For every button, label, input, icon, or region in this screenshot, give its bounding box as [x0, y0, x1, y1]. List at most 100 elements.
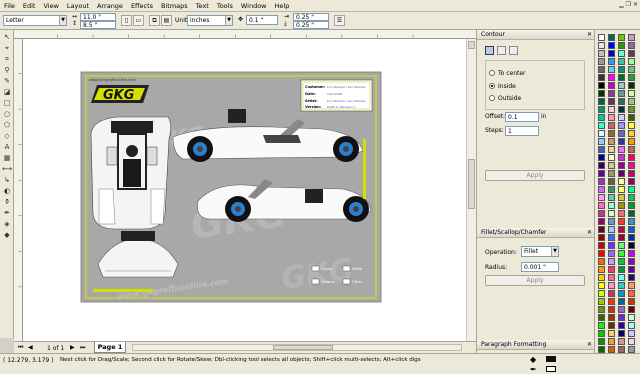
color-swatch[interactable]: [618, 306, 625, 313]
color-swatch[interactable]: [608, 58, 615, 65]
color-swatch[interactable]: [608, 338, 615, 345]
color-swatch[interactable]: [628, 66, 635, 73]
color-swatch[interactable]: [608, 50, 615, 57]
menu-window[interactable]: Window: [237, 0, 271, 12]
color-swatch[interactable]: [608, 42, 615, 49]
color-swatch[interactable]: [598, 210, 605, 217]
color-swatch[interactable]: [598, 346, 605, 353]
color-swatch[interactable]: [628, 186, 635, 193]
color-swatch[interactable]: [618, 122, 625, 129]
last-page-icon[interactable]: ⏭: [80, 344, 85, 352]
color-swatch[interactable]: [618, 66, 625, 73]
pick-tool-icon[interactable]: ↖: [1, 32, 13, 42]
smart-fill-icon[interactable]: ◪: [1, 87, 13, 97]
color-swatch[interactable]: [598, 314, 605, 321]
color-swatch[interactable]: [598, 98, 605, 105]
color-swatch[interactable]: [598, 266, 605, 273]
color-swatch[interactable]: [598, 154, 605, 161]
color-swatch[interactable]: [628, 218, 635, 225]
rectangle-tool-icon[interactable]: □: [1, 98, 13, 108]
contour-apply-button[interactable]: Apply: [485, 170, 585, 181]
outline-indicator-icon[interactable]: ✒: [530, 365, 537, 374]
freehand-tool-icon[interactable]: ✎: [1, 76, 13, 86]
color-swatch[interactable]: [598, 130, 605, 137]
color-swatch[interactable]: [628, 98, 635, 105]
color-swatch[interactable]: [608, 266, 615, 273]
basic-shapes-icon[interactable]: ◇: [1, 131, 13, 141]
dimension-tool-icon[interactable]: ⟷: [1, 164, 13, 174]
color-swatch[interactable]: [598, 234, 605, 241]
contour-color-icon[interactable]: [497, 46, 506, 55]
color-swatch[interactable]: [598, 202, 605, 209]
color-swatch[interactable]: [598, 58, 605, 65]
color-swatch[interactable]: [618, 138, 625, 145]
radius-field[interactable]: 0.001 ": [521, 262, 559, 272]
radio-inside[interactable]: Inside: [489, 83, 516, 90]
color-swatch[interactable]: [608, 218, 615, 225]
hscroll-thumb[interactable]: [273, 345, 333, 350]
color-swatch[interactable]: [608, 322, 615, 329]
color-swatch[interactable]: [628, 106, 635, 113]
color-swatch[interactable]: [598, 330, 605, 337]
color-swatch[interactable]: [598, 42, 605, 49]
color-swatch[interactable]: [608, 154, 615, 161]
color-swatch[interactable]: [618, 242, 625, 249]
color-swatch[interactable]: [608, 186, 615, 193]
color-swatch[interactable]: [598, 298, 605, 305]
color-swatch[interactable]: [598, 274, 605, 281]
color-swatch[interactable]: [598, 66, 605, 73]
duplicate-y-field[interactable]: 0.25 ": [293, 21, 329, 29]
color-swatch[interactable]: [598, 34, 605, 41]
close-icon[interactable]: ✕: [587, 341, 592, 348]
tab-page-1[interactable]: Page 1: [94, 342, 126, 353]
color-swatch[interactable]: [618, 202, 625, 209]
fill-tool-icon[interactable]: ◈: [1, 219, 13, 229]
color-swatch[interactable]: [628, 234, 635, 241]
connector-tool-icon[interactable]: ↳: [1, 175, 13, 185]
color-swatch[interactable]: [598, 122, 605, 129]
landscape-icon[interactable]: ▭: [133, 15, 144, 26]
prev-page-icon[interactable]: ◀: [28, 344, 33, 351]
eyedropper-tool-icon[interactable]: ⚱: [1, 197, 13, 207]
color-swatch[interactable]: [608, 98, 615, 105]
nudge-field[interactable]: 0.1 ": [246, 15, 278, 25]
color-swatch[interactable]: [628, 266, 635, 273]
color-swatch[interactable]: [628, 154, 635, 161]
color-swatch[interactable]: [628, 90, 635, 97]
color-swatch[interactable]: [618, 154, 625, 161]
color-swatch[interactable]: [618, 218, 625, 225]
menu-view[interactable]: View: [39, 0, 62, 12]
page-width-field[interactable]: 11.0 ": [80, 13, 116, 21]
color-swatch[interactable]: [628, 82, 635, 89]
color-swatch[interactable]: [608, 290, 615, 297]
steps-field[interactable]: 1: [505, 126, 539, 136]
color-swatch[interactable]: [628, 202, 635, 209]
close-icon[interactable]: ✕: [587, 229, 592, 236]
color-swatch[interactable]: [598, 306, 605, 313]
color-swatch[interactable]: [608, 314, 615, 321]
shape-tool-icon[interactable]: ⌖: [1, 43, 13, 53]
color-swatch[interactable]: [598, 106, 605, 113]
color-swatch[interactable]: [598, 90, 605, 97]
color-swatch[interactable]: [628, 162, 635, 169]
color-swatch[interactable]: [598, 114, 605, 121]
polygon-tool-icon[interactable]: ⬠: [1, 120, 13, 130]
color-swatch[interactable]: [618, 290, 625, 297]
menu-arrange[interactable]: Arrange: [93, 0, 127, 12]
first-page-icon[interactable]: ⏮: [18, 344, 23, 352]
outline-tool-icon[interactable]: ✒: [1, 208, 13, 218]
color-swatch[interactable]: [598, 258, 605, 265]
color-swatch[interactable]: [598, 218, 605, 225]
menu-layout[interactable]: Layout: [63, 0, 93, 12]
page-height-field[interactable]: 8.5 ": [80, 21, 116, 29]
color-swatch[interactable]: [628, 58, 635, 65]
color-swatch[interactable]: [618, 210, 625, 217]
radio-to-center[interactable]: To center: [489, 70, 526, 77]
color-swatch[interactable]: [608, 146, 615, 153]
color-swatch[interactable]: [618, 338, 625, 345]
color-swatch[interactable]: [628, 226, 635, 233]
color-swatch[interactable]: [608, 130, 615, 137]
color-swatch[interactable]: [628, 74, 635, 81]
scroll-thumb[interactable]: [468, 159, 475, 209]
color-swatch[interactable]: [608, 66, 615, 73]
